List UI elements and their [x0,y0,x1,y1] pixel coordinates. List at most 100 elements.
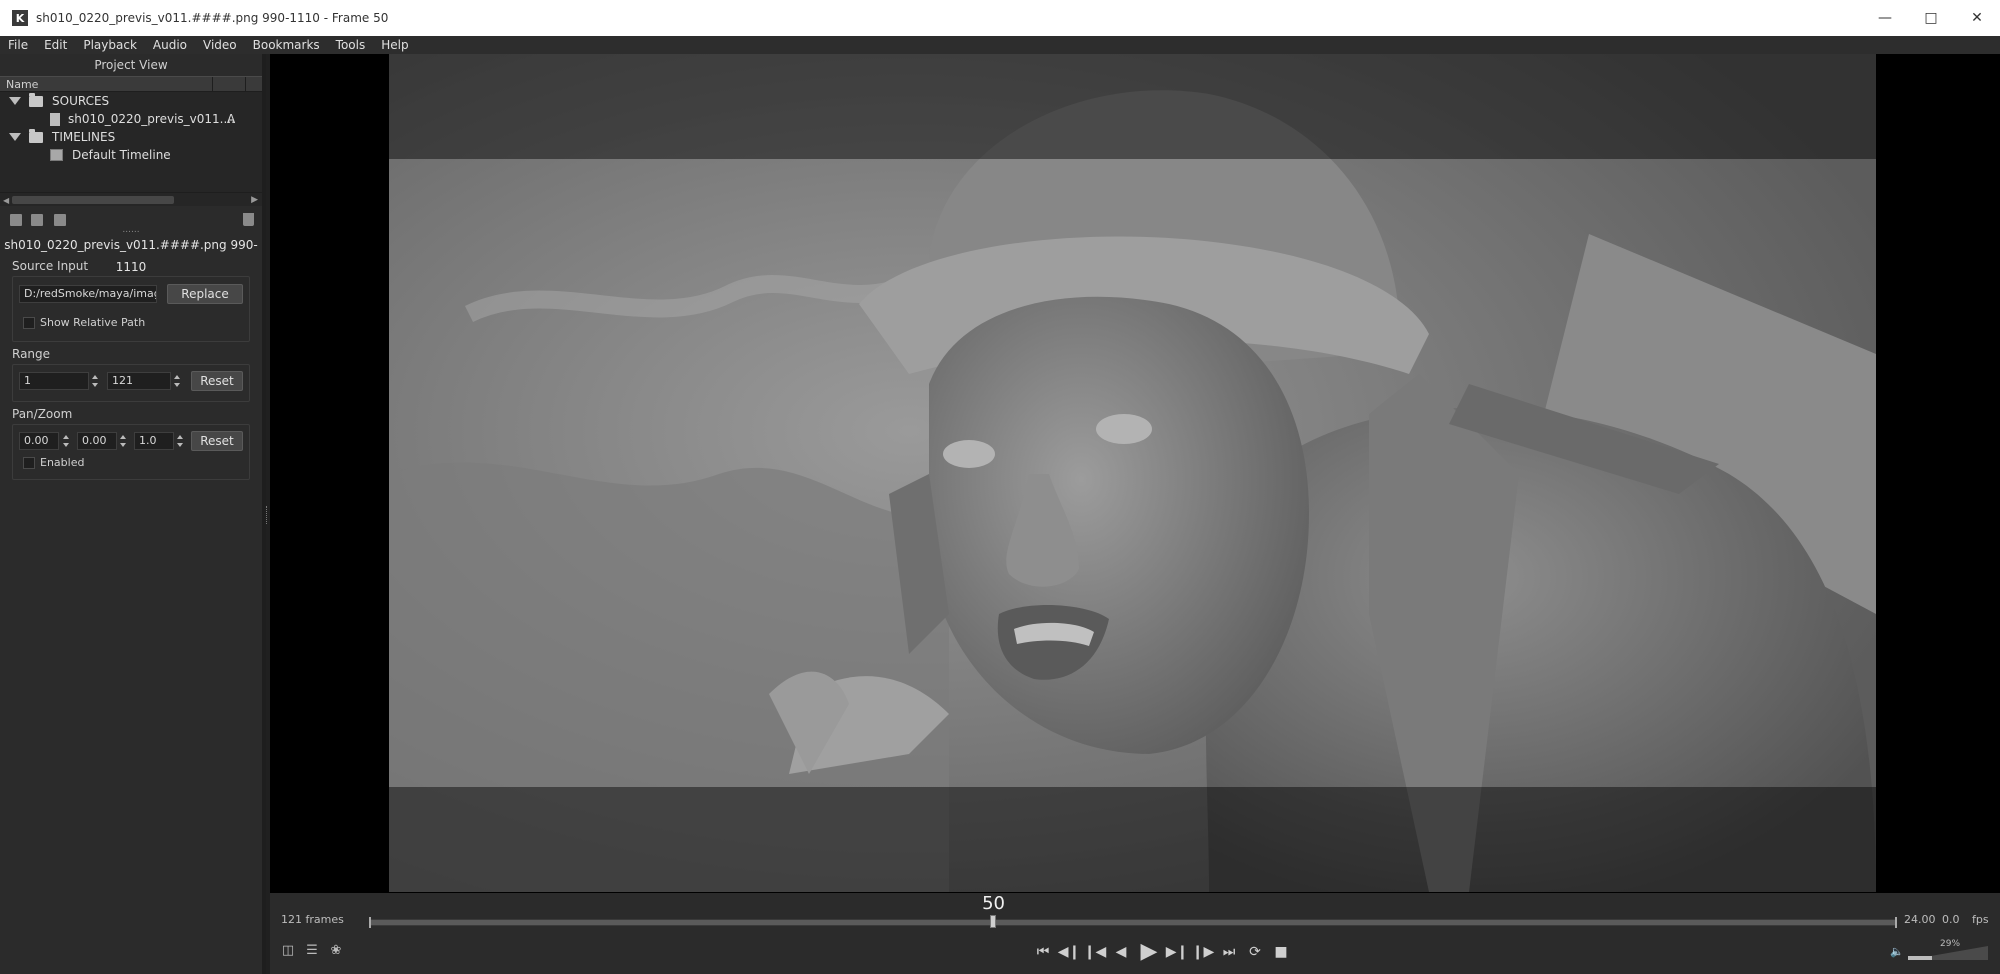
prev-frame-icon[interactable]: ❙◀ [1082,942,1108,962]
safe-area-mask-bottom [389,787,1876,892]
menu-audio[interactable]: Audio [145,38,195,52]
range-end-input[interactable]: 121 [107,372,171,390]
range-reset-button[interactable]: Reset [191,371,243,391]
menu-tools[interactable]: Tools [328,38,374,52]
tree-label-sources: SOURCES [52,94,110,108]
source-path-input[interactable]: D:/redSmoke/maya/images/p [19,285,157,303]
pan-x-spinner[interactable] [62,432,70,450]
fps-extra-value: 0.0 [1942,913,1960,926]
skip-to-start-icon[interactable]: ⏮ [1030,942,1056,962]
tree-item-source-file[interactable]: sh010_0220_previs_v011.... A [0,110,262,128]
view-tools: ◫ ☰ ❀ [278,943,350,959]
show-relative-path-label: Show Relative Path [40,316,146,329]
range-start-spinner[interactable] [91,372,99,390]
duplicate-icon[interactable] [31,214,43,226]
pan-y-input[interactable]: 0.00 [77,432,117,450]
menu-playback[interactable]: Playback [75,38,145,52]
scrollbar-thumb[interactable] [12,196,174,204]
scroll-right-icon[interactable]: ▶ [251,195,258,205]
menu-help[interactable]: Help [373,38,416,52]
expand-arrow-icon[interactable] [9,97,21,105]
fps-unit-label: fps [1972,913,1989,926]
selected-source-name: sh010_0220_previs_v011.####.png 990-1110 [4,238,258,274]
expand-arrow-icon[interactable] [9,133,21,141]
timeline-bar: 121 frames 50 24.00 0.0 fps ◫ ☰ ❀ ⏮ ◀❙ ❙… [270,893,2000,974]
pan-x-input[interactable]: 0.00 [19,432,59,450]
loop-icon[interactable]: ⟳ [1242,942,1268,962]
play-icon[interactable]: ▶ [1134,941,1164,963]
project-view-panel: Project View Name SOURCES sh010_0220_pre… [0,54,266,974]
tree-label-default-timeline: Default Timeline [72,148,171,162]
frames-count-label: 121 frames [281,913,344,926]
panel-splitter-handle[interactable] [266,506,268,524]
replace-button[interactable]: Replace [167,284,243,304]
step-forward-icon[interactable]: ❙▶ [1190,942,1216,962]
timeline-icon [50,149,63,161]
menu-video[interactable]: Video [195,38,245,52]
layout-icon[interactable]: ◫ [278,943,298,959]
source-input-group: D:/redSmoke/maya/images/p Replace Show R… [12,276,250,342]
step-back-icon[interactable]: ◀❙ [1056,942,1082,962]
stop-icon[interactable]: ■ [1268,942,1294,962]
range-label: Range [12,347,51,361]
tree-horizontal-scrollbar[interactable]: ◀ ▶ [0,192,262,206]
tree-label-source-file: sh010_0220_previs_v011.... [68,112,235,126]
tree-item-default-timeline[interactable]: Default Timeline [0,146,262,164]
menu-bar: File Edit Playback Audio Video Bookmarks… [0,36,2000,54]
app-icon: K [12,10,28,26]
image-sequence-icon [50,112,60,126]
range-start-marker[interactable] [369,917,371,928]
range-group: 1 121 Reset [12,364,250,402]
tree-column-header[interactable]: Name [0,76,262,93]
menu-file[interactable]: File [0,38,36,52]
show-relative-path-checkbox[interactable] [23,317,35,329]
source-tag: A [227,112,236,126]
pan-zoom-reset-button[interactable]: Reset [191,431,243,451]
pan-y-spinner[interactable] [119,432,127,450]
column-name-label: Name [6,78,39,91]
scrub-track[interactable] [370,919,1896,926]
volume-control[interactable]: 🔈 29% [1890,939,1990,963]
tree-label-timelines: TIMELINES [52,130,116,144]
skip-to-end-icon[interactable]: ⏭ [1216,942,1242,962]
current-frame-number: 50 [982,893,1006,914]
play-backward-icon[interactable]: ◀ [1108,942,1134,962]
project-view-title: Project View [94,58,168,72]
minimize-icon[interactable]: — [1862,0,1908,36]
fps-value[interactable]: 24.00 [1904,913,1936,926]
close-icon[interactable]: ✕ [1954,0,2000,36]
rendered-frame [389,54,1876,892]
zoom-input[interactable]: 1.0 [134,432,174,450]
range-end-marker[interactable] [1895,917,1897,928]
window-title: sh010_0220_previs_v011.####.png 990-1110… [36,11,389,25]
scroll-left-icon[interactable]: ◀ [3,196,9,205]
add-timeline-icon[interactable] [54,214,66,226]
title-bar: K sh010_0220_previs_v011.####.png 990-11… [0,0,2000,36]
window-controls: — □ ✕ [1862,0,2000,36]
palette-icon[interactable]: ❀ [326,943,346,959]
column-separator[interactable] [212,77,213,93]
menu-bookmarks[interactable]: Bookmarks [245,38,328,52]
next-frame-icon[interactable]: ▶❙ [1164,942,1190,962]
menu-edit[interactable]: Edit [36,38,75,52]
viewer-frame-image [389,54,1876,892]
safe-area-mask-top [389,54,1876,159]
playhead[interactable] [990,915,997,928]
folder-icon [29,128,43,143]
tree-item-timelines[interactable]: TIMELINES [0,128,262,146]
list-icon[interactable]: ☰ [302,943,322,959]
range-end-spinner[interactable] [173,372,181,390]
column-separator[interactable] [245,77,246,93]
trash-icon[interactable] [243,213,254,226]
range-start-input[interactable]: 1 [19,372,89,390]
new-folder-icon[interactable] [10,214,22,226]
viewer[interactable] [270,54,2000,893]
tree-item-sources[interactable]: SOURCES [0,92,262,110]
folder-icon [29,92,43,107]
zoom-spinner[interactable] [176,432,184,450]
project-tree: SOURCES sh010_0220_previs_v011.... A TIM… [0,92,262,192]
pan-zoom-enabled-checkbox[interactable] [23,457,35,469]
maximize-icon[interactable]: □ [1908,0,1954,36]
pan-zoom-group: 0.00 0.00 1.0 Reset Enabled [12,424,250,480]
speaker-icon[interactable]: 🔈 [1890,945,1904,958]
